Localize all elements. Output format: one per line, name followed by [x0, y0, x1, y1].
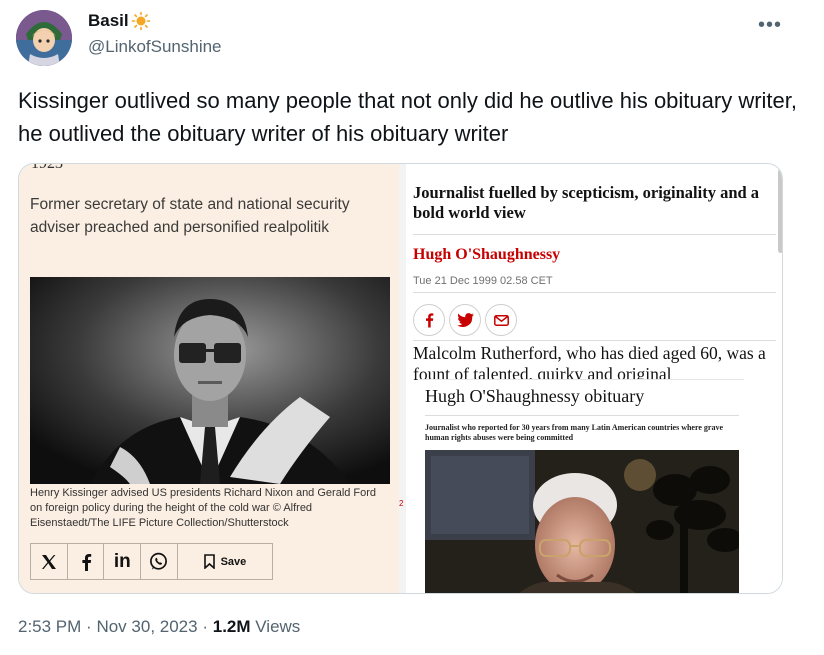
whatsapp-icon[interactable] — [141, 544, 178, 579]
publish-date: Tue 21 Dec 1999 02.58 CET — [413, 275, 553, 287]
scrollbar — [778, 169, 782, 253]
share-circles — [413, 304, 517, 336]
separator: · — [86, 617, 92, 636]
user-handle[interactable]: @LinkofSunshine — [88, 37, 222, 57]
x-logo-icon[interactable] — [31, 544, 68, 579]
cut-heading: 1923 — [31, 163, 63, 172]
kissinger-photo — [30, 277, 390, 484]
inset-title: Hugh O'Shaughnessy obituary — [425, 386, 645, 406]
facebook-icon[interactable] — [68, 544, 105, 579]
inset-article-screenshot: Hugh O'Shaughnessy obituary Journalist w… — [419, 379, 744, 593]
tweet-meta: 2:53 PM · Nov 30, 2023 · 1.2M Views — [18, 617, 300, 637]
inset-subtitle: Journalist who reported for 30 years fro… — [425, 423, 724, 442]
twitter-bird-icon[interactable] — [449, 304, 481, 336]
user-name-row[interactable]: Basil — [88, 11, 151, 31]
sun-icon — [131, 11, 150, 31]
save-button[interactable]: Save — [178, 544, 272, 579]
photo-caption: Henry Kissinger advised US presidents Ri… — [30, 487, 377, 529]
left-standfirst: Former secretary of state and national s… — [30, 196, 350, 236]
facebook-icon[interactable] — [413, 304, 445, 336]
panel-divider — [399, 164, 406, 593]
divider — [413, 340, 776, 341]
divider — [413, 234, 776, 235]
linkedin-icon[interactable]: in — [104, 544, 142, 579]
bookmark-icon — [203, 554, 215, 569]
email-icon[interactable] — [485, 304, 517, 336]
more-icon[interactable]: ••• — [758, 14, 782, 37]
article-body: Malcolm Rutherford, who has died aged 60… — [413, 343, 766, 381]
save-label: Save — [220, 555, 247, 568]
avatar[interactable] — [16, 10, 72, 66]
tweet-time[interactable]: 2:53 PM — [18, 617, 81, 636]
display-name[interactable]: Basil — [88, 11, 129, 31]
oshaughnessy-photo — [425, 450, 739, 593]
tweet-date[interactable]: Nov 30, 2023 — [96, 617, 197, 636]
right-headline: Journalist fuelled by scepticism, origin… — [413, 183, 760, 222]
divider — [425, 415, 739, 416]
left-article-screenshot: 1923 Former secretary of state and natio… — [19, 163, 399, 593]
author-name: Hugh O'Shaughnessy — [413, 246, 561, 263]
separator: · — [202, 617, 208, 636]
views-label: Views — [255, 617, 301, 636]
views-count: 1.2M — [212, 617, 251, 636]
tweet-media[interactable]: 1923 Former secretary of state and natio… — [18, 163, 783, 594]
edge-mark: 2 — [399, 499, 404, 508]
share-bar: in Save — [30, 543, 273, 580]
divider — [413, 292, 776, 293]
right-article-screenshot: Journalist fuelled by scepticism, origin… — [406, 164, 782, 593]
tweet-text: Kissinger outlived so many people that n… — [18, 88, 797, 146]
